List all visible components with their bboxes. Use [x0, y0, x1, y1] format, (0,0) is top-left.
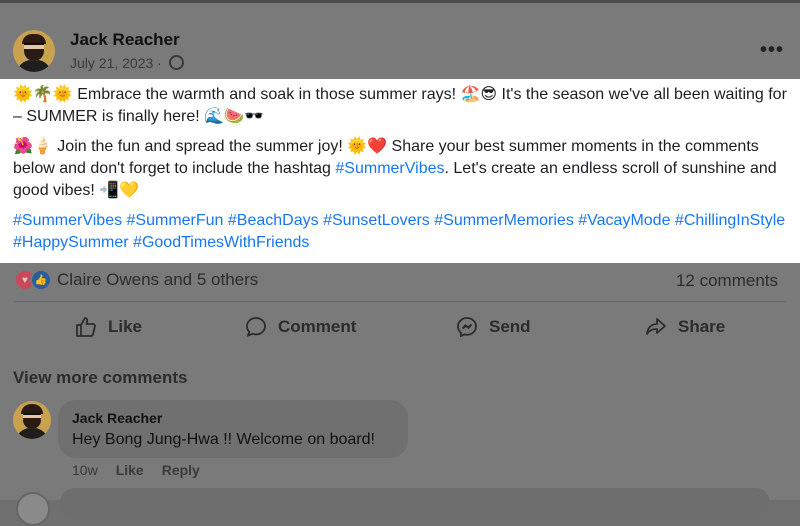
post-meta: July 21, 2023 ·	[70, 55, 184, 71]
post-paragraph-2: 🌺🍦 Join the fun and spread the summer jo…	[13, 136, 793, 202]
comment-meta: 10w Like Reply	[72, 462, 200, 478]
post-date[interactable]: July 21, 2023 ·	[70, 55, 162, 71]
comment-author[interactable]: Jack Reacher	[72, 410, 162, 426]
view-more-comments[interactable]: View more comments	[13, 368, 187, 388]
share-arrow-icon	[646, 318, 666, 335]
commenter-avatar[interactable]	[13, 401, 51, 439]
post-body: 🌞🌴🌞 Embrace the warmth and soak in those…	[0, 79, 800, 263]
post-header: Jack Reacher July 21, 2023 · •••	[0, 3, 800, 79]
share-label: Share	[678, 317, 726, 336]
send-button[interactable]: Send	[455, 315, 531, 339]
hashtag-link[interactable]: #SummerVibes	[335, 160, 444, 177]
comment-time[interactable]: 10w	[72, 462, 98, 478]
reactions-text: Claire Owens and 5 others	[57, 270, 259, 289]
post-paragraph-1: 🌞🌴🌞 Embrace the warmth and soak in those…	[13, 86, 787, 125]
send-label: Send	[489, 317, 531, 336]
comments-count[interactable]: 12 comments	[676, 271, 778, 291]
current-user-avatar	[16, 492, 50, 526]
post-author-name[interactable]: Jack Reacher	[70, 30, 180, 50]
comment-text: Hey Bong Jung-Hwa !! Welcome on board!	[72, 431, 375, 448]
comment-button[interactable]: Comment	[244, 315, 356, 339]
comment-bubble	[58, 400, 408, 458]
post-hashtags[interactable]: #SummerVibes #SummerFun #BeachDays #Suns…	[13, 210, 793, 254]
share-button[interactable]: Share	[644, 315, 725, 339]
like-label: Like	[108, 317, 143, 336]
write-comment-input[interactable]	[60, 488, 770, 518]
author-avatar[interactable]	[13, 30, 55, 72]
thumbs-up-icon	[76, 317, 96, 337]
divider	[14, 301, 786, 302]
comment-reply-button[interactable]: Reply	[162, 462, 200, 478]
more-options-icon[interactable]: •••	[760, 39, 784, 62]
speech-bubble-icon	[246, 317, 266, 337]
like-button[interactable]: Like	[74, 315, 142, 339]
globe-icon	[168, 55, 184, 70]
reactions-summary[interactable]: ♥ 👍 Claire Owens and 5 others	[14, 269, 259, 291]
messenger-icon	[457, 317, 477, 338]
post-footer: ♥ 👍 Claire Owens and 5 others 12 comment…	[0, 263, 800, 526]
comment-like-button[interactable]: Like	[116, 462, 144, 478]
like-reaction-icon: 👍	[30, 269, 52, 291]
comment-label: Comment	[278, 317, 357, 336]
post-card: Jack Reacher July 21, 2023 · ••• 🌞🌴🌞 Emb…	[0, 3, 800, 526]
